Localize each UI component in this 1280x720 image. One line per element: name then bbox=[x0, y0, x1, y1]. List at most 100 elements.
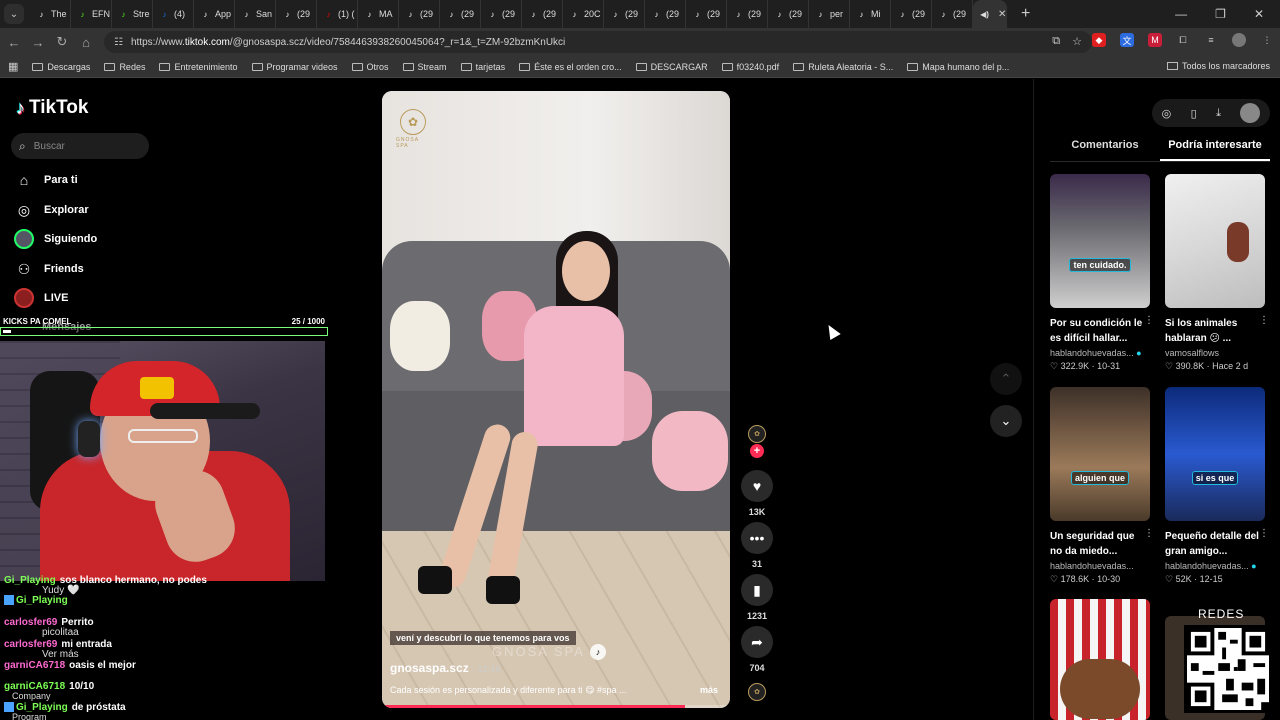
next-video-button[interactable]: ⌄ bbox=[990, 405, 1022, 437]
browser-tab[interactable]: ♪ EFN bbox=[71, 0, 112, 28]
bookmark-item[interactable]: Entretenimiento bbox=[159, 62, 238, 72]
suggested-video-card[interactable] bbox=[1050, 599, 1150, 720]
bookmark-item[interactable]: Descargas bbox=[32, 62, 90, 72]
music-disc-icon[interactable]: ✿ bbox=[748, 683, 766, 701]
browser-tab[interactable]: ♪ (29 bbox=[932, 0, 973, 28]
browser-tab[interactable]: ♪ per bbox=[809, 0, 850, 28]
bookmark-item[interactable]: Otros bbox=[351, 62, 389, 72]
browser-tab[interactable]: ♪ (1) ( bbox=[317, 0, 358, 28]
browser-tab[interactable]: ♪ (29 bbox=[727, 0, 768, 28]
translate-icon[interactable]: 文 bbox=[1120, 33, 1134, 47]
browser-tab[interactable]: ♪ (29 bbox=[604, 0, 645, 28]
device-icon[interactable]: ▯ bbox=[1191, 107, 1197, 120]
suggested-video-card[interactable]: ten cuidado. Por su condición le es difí… bbox=[1050, 174, 1154, 372]
browser-tab[interactable]: ♪ San bbox=[235, 0, 276, 28]
browser-tab[interactable]: ♪ 20C bbox=[563, 0, 604, 28]
browser-tab[interactable]: ♪ App bbox=[194, 0, 235, 28]
like-heart-icon[interactable]: ♥ bbox=[741, 470, 773, 502]
more-options-icon[interactable]: ⋮ bbox=[1144, 528, 1154, 539]
ver-mas-link[interactable]: Ver más bbox=[42, 649, 79, 660]
more-options-icon[interactable]: ⋮ bbox=[1144, 315, 1154, 326]
video-author[interactable]: gnosaspa.scz bbox=[390, 661, 469, 675]
bookmark-icon[interactable]: ▮ bbox=[741, 574, 773, 606]
bookmark-item[interactable]: Redes bbox=[104, 62, 145, 72]
browser-tab[interactable]: ♪ (29 bbox=[686, 0, 727, 28]
sidebar-item-para-ti[interactable]: ⌂ Para ti bbox=[14, 170, 78, 190]
sidebar-item-siguiendo[interactable]: Siguiendo bbox=[14, 229, 97, 249]
card-author[interactable]: hablandohuevadas... bbox=[1050, 561, 1150, 571]
sidebar-item-friends[interactable]: ⚇ Friends bbox=[14, 259, 84, 279]
card-author[interactable]: vamosalflows bbox=[1165, 348, 1265, 358]
browser-tab[interactable]: ♪ (29 bbox=[768, 0, 809, 28]
more-options-icon[interactable]: ⋮ bbox=[1259, 315, 1269, 326]
reload-icon[interactable]: ↻ bbox=[50, 34, 74, 50]
video-player[interactable]: ✿ GNOSA SPA vení y descubrí lo que tenem… bbox=[382, 91, 730, 708]
close-window-icon[interactable]: ✕ bbox=[1254, 7, 1264, 21]
bookmark-item[interactable]: Mapa humano del p... bbox=[907, 62, 1009, 72]
extensions-puzzle-icon[interactable]: ⧠ bbox=[1176, 33, 1190, 47]
browser-tab[interactable]: ♪ (29 bbox=[645, 0, 686, 28]
kebab-menu-icon[interactable]: ⋮ bbox=[1260, 33, 1274, 47]
card-author[interactable]: hablandohuevadas... ● bbox=[1165, 561, 1265, 571]
tiktok-logo[interactable]: ♪ TikTok bbox=[16, 97, 88, 119]
browser-tab[interactable]: ♪ (4) bbox=[153, 0, 194, 28]
suggested-video-card[interactable]: alguien que Un seguridad que no da miedo… bbox=[1050, 387, 1154, 585]
card-author[interactable]: hablandohuevadas... ● bbox=[1050, 348, 1150, 358]
follow-plus-icon[interactable]: + bbox=[750, 444, 764, 458]
address-bar[interactable]: ☷ https://www.tiktok.com/@gnosaspa.scz/v… bbox=[104, 31, 1092, 53]
video-thumbnail[interactable]: alguien que bbox=[1050, 387, 1150, 521]
bookmark-item[interactable]: Stream bbox=[402, 62, 447, 72]
user-avatar[interactable] bbox=[1240, 103, 1261, 123]
all-bookmarks[interactable]: Todos los marcadores bbox=[1166, 61, 1270, 71]
more-options-icon[interactable]: ⋮ bbox=[1259, 528, 1269, 539]
bookmark-star-icon[interactable]: ☆ bbox=[1072, 35, 1082, 48]
cast-icon[interactable]: ⧉ bbox=[1052, 35, 1060, 48]
video-thumbnail[interactable]: ten cuidado. bbox=[1050, 174, 1150, 308]
tab-search-button[interactable]: ⌄ bbox=[4, 4, 24, 24]
browser-tab[interactable]: ♪ (29 bbox=[276, 0, 317, 28]
browser-tab[interactable]: ♪ (29 bbox=[440, 0, 481, 28]
video-thumbnail[interactable] bbox=[1050, 599, 1150, 720]
video-thumbnail[interactable] bbox=[1165, 174, 1265, 308]
site-info-icon[interactable]: ☷ bbox=[114, 37, 123, 48]
back-arrow-icon[interactable]: ← bbox=[2, 35, 26, 50]
restore-icon[interactable]: ❐ bbox=[1215, 7, 1226, 21]
sidebar-item-explorar[interactable]: ◎ Explorar bbox=[14, 200, 89, 220]
video-progress-bar[interactable] bbox=[382, 705, 730, 708]
active-tab[interactable]: ◀) ✕ bbox=[973, 0, 1007, 28]
extension-red-icon[interactable]: ◆ bbox=[1092, 33, 1106, 47]
close-tab-icon[interactable]: ✕ bbox=[998, 9, 1006, 20]
browser-tab[interactable]: ♪ (29 bbox=[399, 0, 440, 28]
more-button[interactable]: más bbox=[700, 685, 718, 695]
home-icon[interactable]: ⌂ bbox=[74, 35, 98, 50]
download-icon[interactable]: ⤓ bbox=[1216, 107, 1221, 120]
bookmark-item[interactable]: f03240.pdf bbox=[721, 62, 779, 72]
share-arrow-icon[interactable]: ➦ bbox=[741, 626, 773, 658]
browser-tab[interactable]: ♪ The bbox=[30, 0, 71, 28]
search-input[interactable]: ⌕ Buscar bbox=[11, 133, 149, 159]
sidebar-item-live[interactable]: LIVE bbox=[14, 288, 68, 308]
extension-m-icon[interactable]: M bbox=[1148, 33, 1162, 47]
bookmark-item[interactable]: Éste es el orden cro... bbox=[519, 62, 622, 72]
browser-tab[interactable]: ♪ (29 bbox=[522, 0, 563, 28]
browser-tab[interactable]: ♪ Stre bbox=[112, 0, 153, 28]
browser-tab[interactable]: ♪ (29 bbox=[481, 0, 522, 28]
bookmark-item[interactable]: tarjetas bbox=[460, 62, 505, 72]
bookmark-item[interactable]: Programar videos bbox=[251, 62, 338, 72]
bookmark-item[interactable]: DESCARGAR bbox=[635, 62, 708, 72]
apps-grid-icon[interactable]: ▦ bbox=[8, 60, 18, 73]
new-tab-button[interactable]: + bbox=[1021, 5, 1030, 23]
browser-tab[interactable]: ♪ Mi bbox=[850, 0, 891, 28]
suggested-video-card[interactable]: si es que Pequeño detalle del gran amigo… bbox=[1165, 387, 1269, 585]
compass-icon[interactable]: ◎ bbox=[1162, 107, 1172, 120]
bookmark-item[interactable]: Ruleta Aleatoria - S... bbox=[793, 62, 893, 72]
tab-comentarios[interactable]: Comentarios bbox=[1050, 137, 1160, 161]
tab-podria-interesarte[interactable]: Podría interesarte bbox=[1160, 137, 1270, 161]
minimize-icon[interactable]: — bbox=[1175, 7, 1187, 21]
previous-video-button[interactable]: ⌃ bbox=[990, 363, 1022, 395]
profile-avatar[interactable] bbox=[1232, 33, 1246, 47]
suggested-video-card[interactable]: Si los animales hablaran 😕 ... ⋮ vamosal… bbox=[1165, 174, 1269, 372]
comment-icon[interactable]: ••• bbox=[741, 522, 773, 554]
video-thumbnail[interactable]: si es que bbox=[1165, 387, 1265, 521]
reading-list-icon[interactable]: ≡ bbox=[1204, 33, 1218, 47]
